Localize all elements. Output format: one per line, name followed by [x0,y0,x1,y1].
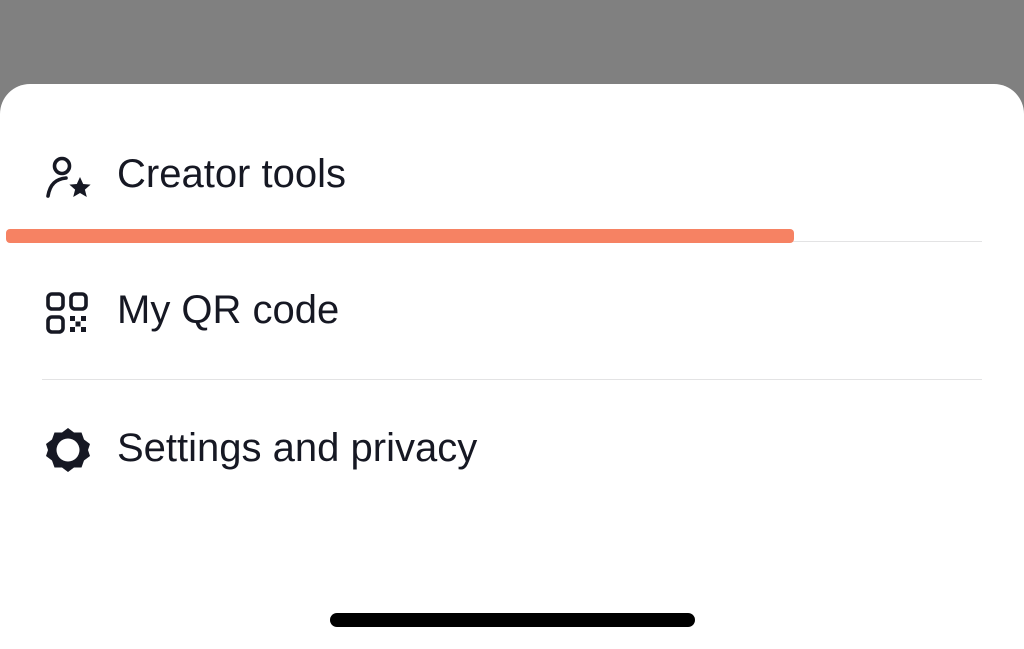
qr-code-icon [42,288,94,340]
creator-star-icon [42,152,94,204]
menu-item-label: My QR code [117,288,340,332]
menu-item-label: Creator tools [117,152,346,196]
menu-item-my-qr-code[interactable]: My QR code [0,252,1024,372]
divider [42,379,982,380]
menu-item-settings-and-privacy[interactable]: Settings and privacy [0,388,1024,508]
menu-item-creator-tools[interactable]: Creator tools [0,114,1024,234]
bottom-sheet-menu: Creator tools My QR code Settings and pr… [0,84,1024,649]
menu-item-label: Settings and privacy [117,426,478,470]
home-indicator[interactable] [330,613,695,627]
gear-icon [42,424,94,476]
highlight-bar [6,229,794,243]
